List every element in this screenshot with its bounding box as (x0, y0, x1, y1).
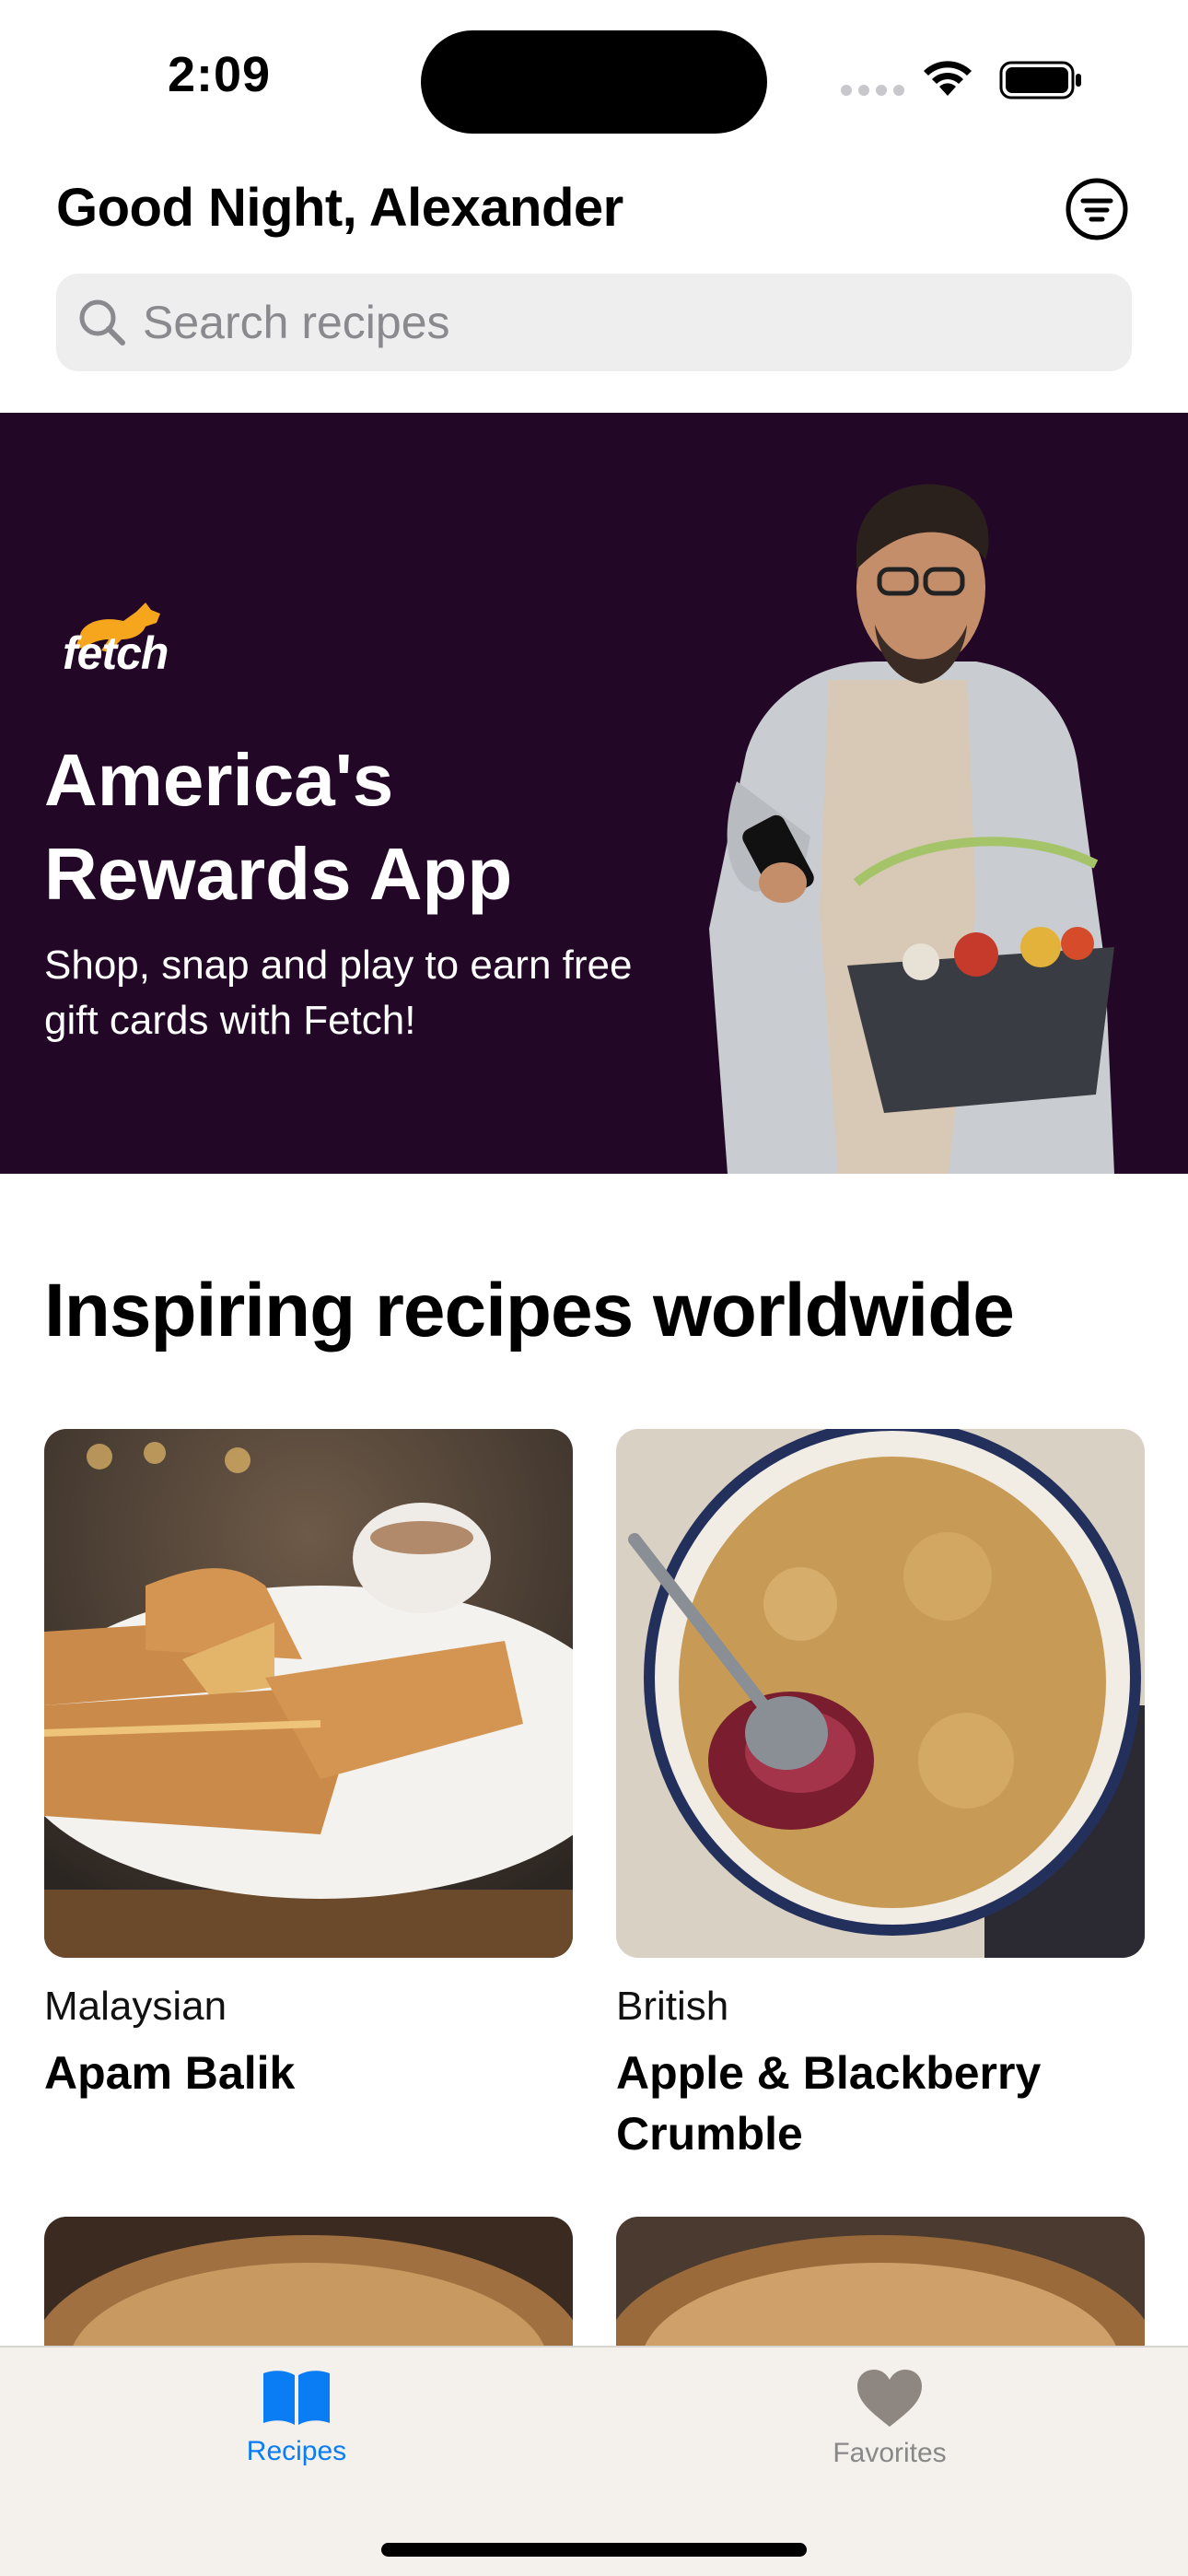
recipe-card[interactable]: British Apple & Blackberry Crumble (616, 1429, 1145, 2164)
shopper-image (709, 484, 1114, 1174)
promo-banner[interactable]: fetch America's Rewards App Shop, snap a… (0, 413, 1188, 1174)
brand-wordmark: fetch (63, 627, 169, 679)
book-icon (263, 2371, 330, 2425)
banner-subtitle: Shop, snap and play to earn free gift ca… (44, 943, 633, 1043)
search-icon (75, 295, 130, 350)
recipe-cuisine: British (616, 1984, 729, 2029)
heart-icon (857, 2370, 922, 2427)
recipe-name: Apam Balik (44, 2047, 296, 2099)
filter-icon[interactable] (1065, 177, 1129, 241)
home-indicator[interactable] (381, 2543, 807, 2557)
tab-favorites-label: Favorites (833, 2438, 947, 2468)
dynamic-island (421, 30, 767, 134)
banner-title: America's Rewards App (44, 739, 513, 915)
tab-bar: Recipes Favorites (0, 2346, 1188, 2576)
recipe-card-partial[interactable] (44, 2217, 573, 2346)
recipe-cuisine: Malaysian (44, 1984, 227, 2029)
recipe-image (616, 1429, 1145, 1958)
recipe-card-partial[interactable] (616, 2217, 1145, 2346)
battery-icon (999, 61, 1081, 100)
tab-recipes[interactable]: Recipes (158, 2368, 435, 2467)
cellular-signal-icon (841, 85, 904, 96)
search-input[interactable]: Search recipes (56, 274, 1132, 371)
recipe-name: Apple & Blackberry Crumble (616, 2047, 1042, 2160)
wifi-icon (924, 61, 972, 96)
recipe-card[interactable]: Malaysian Apam Balik (44, 1429, 573, 2103)
search-placeholder: Search recipes (143, 297, 450, 348)
greeting-title: Good Night, Alexander (56, 178, 623, 238)
tab-recipes-label: Recipes (246, 2436, 347, 2466)
recipe-image (44, 1429, 573, 1958)
status-time: 2:09 (168, 47, 272, 102)
tab-favorites[interactable]: Favorites (751, 2368, 1028, 2469)
section-title: Inspiring recipes worldwide (44, 1269, 1015, 1352)
status-bar: 2:09 (0, 0, 1188, 157)
